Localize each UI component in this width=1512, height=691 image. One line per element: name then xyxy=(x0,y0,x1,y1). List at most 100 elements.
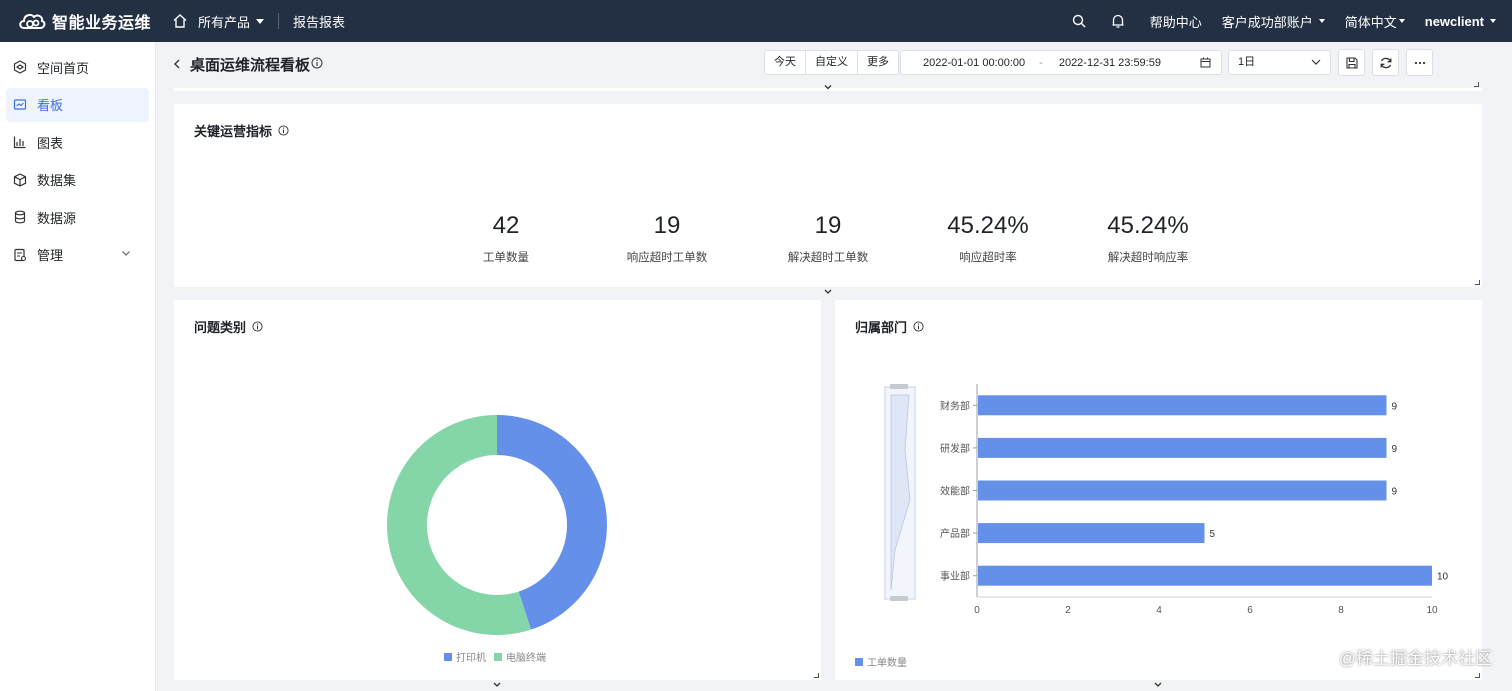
kpi-value: 19 xyxy=(653,212,681,239)
home-icon[interactable] xyxy=(172,13,188,29)
date-range-picker[interactable]: 2022-01-01 00:00:00 - 2022-12-31 23:59:5… xyxy=(900,50,1222,75)
kpi-response-timeout-rate: 45.24% 响应超时率 xyxy=(918,212,1058,265)
bar-5[interactable] xyxy=(978,565,1432,586)
bar-4[interactable] xyxy=(978,523,1205,544)
resize-handle[interactable] xyxy=(1474,82,1479,87)
caret-down-icon xyxy=(256,18,265,24)
granularity-select[interactable]: 1日 xyxy=(1228,50,1331,75)
divider xyxy=(278,13,280,29)
save-button[interactable] xyxy=(1338,49,1365,76)
sidebar-item-space-home[interactable]: 空间首页 xyxy=(6,50,149,84)
caret-down-icon xyxy=(1318,19,1325,23)
page-title: 桌面运维流程看板 xyxy=(190,57,311,74)
chevron-down-icon xyxy=(1311,59,1321,65)
legend-item[interactable]: 工单数量 xyxy=(855,654,907,669)
resize-handle[interactable] xyxy=(1475,280,1480,285)
bar-3[interactable] xyxy=(978,480,1387,501)
report-link[interactable]: 报告报表 xyxy=(293,12,345,31)
kpi-resolve-timeout-rate: 45.24% 解决超时响应率 xyxy=(1078,212,1218,265)
kpi-value: 45.24% xyxy=(1107,212,1189,239)
more-button[interactable]: 更多 xyxy=(858,51,898,74)
x-tick-label: 6 xyxy=(1247,605,1253,616)
chevron-down-icon[interactable] xyxy=(823,288,833,296)
info-icon[interactable] xyxy=(278,125,289,136)
date-start[interactable]: 2022-01-01 00:00:00 xyxy=(923,57,1025,69)
watermark: @稀土掘金技术社区 xyxy=(1338,649,1492,668)
donut-chart xyxy=(387,415,607,635)
all-products-menu[interactable]: 所有产品 xyxy=(198,12,265,31)
help-center-link[interactable]: 帮助中心 xyxy=(1150,12,1202,31)
chevron-down-icon xyxy=(122,250,130,256)
data-label: 10 xyxy=(1437,572,1449,583)
category-pie-card: 问题类别 打印机 电脑终端 xyxy=(174,300,821,687)
sidebar-item-label: 管理 xyxy=(37,248,64,263)
info-icon[interactable] xyxy=(311,56,323,74)
account-label: 客户成功部账户 xyxy=(1221,14,1313,30)
refresh-icon xyxy=(1380,57,1391,68)
bell-icon[interactable] xyxy=(1110,13,1126,29)
legend-item[interactable]: 电脑终端 xyxy=(494,649,546,664)
legend-item[interactable]: 打印机 xyxy=(444,649,486,664)
y-tick-label: 效能部 xyxy=(940,485,970,498)
custom-button[interactable]: 自定义 xyxy=(806,51,858,74)
chevron-down-icon[interactable] xyxy=(823,84,833,91)
sidebar-item-manage[interactable]: 管理 xyxy=(6,238,149,272)
granularity-value: 1日 xyxy=(1238,56,1256,68)
kpi-card: 关键运营指标 42 工单数量 19 响应超时工单数 19 解决超时工单数 45.… xyxy=(174,104,1482,294)
more-options-button[interactable] xyxy=(1406,49,1433,76)
bar-2[interactable] xyxy=(978,437,1387,458)
manage-icon xyxy=(14,248,27,261)
y-tick-label: 财务部 xyxy=(940,399,970,412)
sidebar-item-dataset[interactable]: 数据集 xyxy=(6,163,149,197)
back-arrow-icon[interactable] xyxy=(173,56,181,74)
kpi-resolve-timeout-count: 19 解决超时工单数 xyxy=(758,212,898,265)
data-zoom-slider[interactable] xyxy=(884,384,916,601)
save-icon xyxy=(1345,56,1358,69)
sidebar-item-datasource[interactable]: 数据源 xyxy=(6,200,149,234)
chevron-down-icon[interactable] xyxy=(1153,681,1163,689)
language-label: 简体中文 xyxy=(1344,14,1397,30)
resize-handle[interactable] xyxy=(1475,673,1480,678)
data-label: 9 xyxy=(1392,487,1398,498)
brand-logo[interactable]: 智能业务运维 xyxy=(0,9,160,33)
caret-down-icon xyxy=(1398,19,1405,23)
y-tick-label: 事业部 xyxy=(940,570,970,583)
kpi-label: 响应超时率 xyxy=(959,252,1017,264)
legend-swatch xyxy=(855,657,863,666)
legend-label: 电脑终端 xyxy=(506,653,546,664)
sidebar-item-label: 数据源 xyxy=(37,210,77,226)
resize-handle[interactable] xyxy=(814,673,819,678)
cloud-logo-icon xyxy=(19,13,46,29)
card-title: 关键运营指标 xyxy=(194,121,289,140)
data-label: 9 xyxy=(1392,401,1398,412)
department-bar-card: 归属部门 财务部 9 研发部 9 效能部 9 产品部 5 事业部 10 0 2 4 6 8 10 工单数量 xyxy=(835,300,1482,687)
kpi-response-timeout-count: 19 响应超时工单数 xyxy=(597,212,737,265)
user-menu[interactable]: newclient xyxy=(1425,14,1496,29)
calendar-icon xyxy=(1200,57,1211,71)
bar-1[interactable] xyxy=(978,395,1387,416)
account-menu[interactable]: 客户成功部账户 xyxy=(1222,12,1325,31)
today-button[interactable]: 今天 xyxy=(765,51,806,74)
sidebar-item-label: 空间首页 xyxy=(37,60,90,76)
legend-swatch xyxy=(494,652,502,661)
date-separator: - xyxy=(1039,56,1043,69)
top-navigation-bar: 智能业务运维 所有产品 报告报表 帮助中心 客户成功部账户 简体中文 newcl… xyxy=(0,0,1512,42)
sidebar-item-label: 图表 xyxy=(37,135,64,151)
legend-label: 打印机 xyxy=(456,653,486,664)
language-menu[interactable]: 简体中文 xyxy=(1345,12,1405,31)
sidebar-item-chart[interactable]: 图表 xyxy=(6,125,149,159)
x-tick-label: 2 xyxy=(1065,605,1071,616)
sidebar-item-label: 看板 xyxy=(37,98,64,113)
kpi-label: 解决超时工单数 xyxy=(787,252,869,264)
horizontal-bar-chart: 财务部 9 研发部 9 效能部 9 产品部 5 事业部 10 0 2 4 6 8 10 xyxy=(884,384,1449,616)
ellipsis-icon xyxy=(1414,61,1425,64)
search-icon[interactable] xyxy=(1072,14,1086,28)
refresh-button[interactable] xyxy=(1372,49,1399,76)
kpi-label: 工单数量 xyxy=(483,252,529,264)
sidebar-item-dashboard[interactable]: 看板 xyxy=(6,87,149,122)
dashboard-header: 桌面运维流程看板 今天 自定义 更多 2022-01-01 00:00:00 -… xyxy=(157,42,1512,91)
date-end[interactable]: 2022-12-31 23:59:59 xyxy=(1059,57,1161,69)
kpi-ticket-count: 42 工单数量 xyxy=(436,212,576,265)
pie-legend: 打印机 电脑终端 xyxy=(444,649,554,664)
chevron-down-icon[interactable] xyxy=(492,681,502,689)
